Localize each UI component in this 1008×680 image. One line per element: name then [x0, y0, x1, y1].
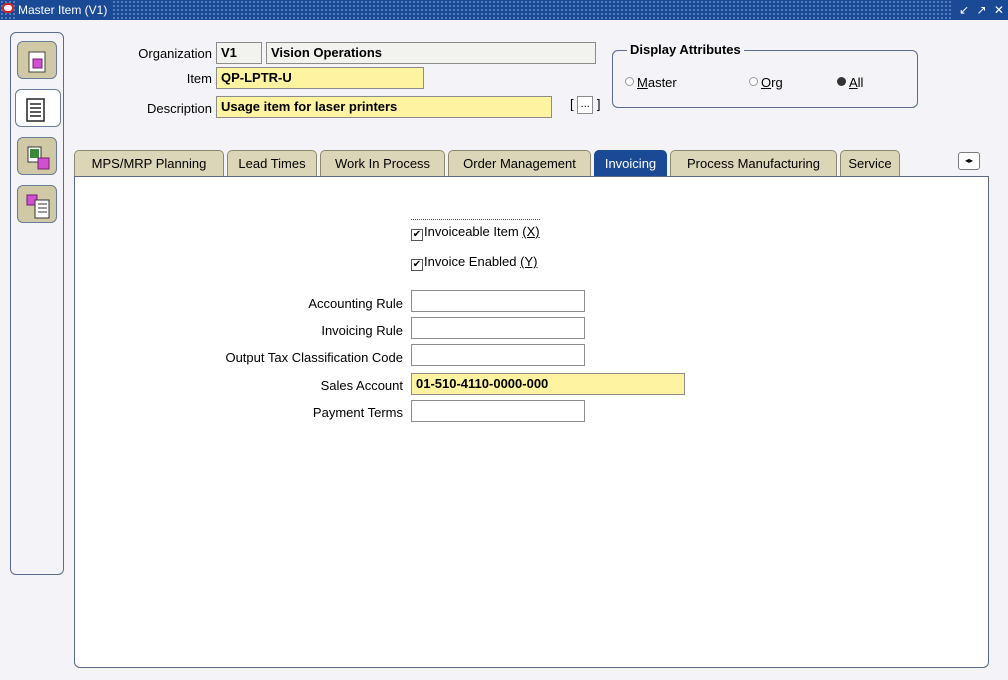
- list-tab[interactable]: [15, 89, 61, 127]
- output-tax-classification-field[interactable]: [411, 344, 585, 366]
- item-properties-tab[interactable]: [17, 41, 57, 79]
- display-attributes-group: Display Attributes Master Org All: [612, 50, 918, 108]
- organization-name-field[interactable]: Vision Operations: [266, 42, 596, 64]
- tab-service[interactable]: Service: [840, 150, 900, 176]
- invoicing-rule-label: Invoicing Rule: [321, 323, 403, 338]
- window-controls[interactable]: ↙ ↗ ✕: [953, 0, 1008, 20]
- invoicing-rule-field[interactable]: [411, 317, 585, 339]
- item-catalog-icon: [26, 146, 52, 172]
- tab-invoicing[interactable]: Invoicing: [594, 150, 667, 176]
- invoicing-panel: ✔Invoiceable Item (X) ✔Invoice Enabled (…: [74, 176, 989, 668]
- tab-scroll-button[interactable]: ◂▸: [958, 152, 980, 170]
- item-categories-icon: [26, 194, 52, 220]
- description-label: Description: [147, 101, 212, 116]
- radio-org-indicator: [749, 77, 758, 86]
- sales-account-field[interactable]: 01-510-4110-0000-000: [411, 373, 685, 395]
- item-catalog-tab[interactable]: [17, 137, 57, 175]
- payment-terms-field[interactable]: [411, 400, 585, 422]
- accounting-rule-label: Accounting Rule: [308, 296, 403, 311]
- item-categories-tab[interactable]: [17, 185, 57, 223]
- item-label: Item: [187, 71, 212, 86]
- payment-terms-label: Payment Terms: [313, 405, 403, 420]
- flexfield-button[interactable]: ...: [577, 96, 593, 114]
- invoice-enabled-check: ✔: [411, 259, 423, 271]
- left-toolbar: [10, 32, 64, 575]
- item-properties-icon: [26, 50, 50, 74]
- window-title-bar[interactable]: Master Item (V1) ↙ ↗ ✕: [0, 0, 1008, 20]
- tab-order-management[interactable]: Order Management: [448, 150, 591, 176]
- window-title: Master Item (V1): [16, 0, 113, 20]
- organization-label: Organization: [138, 46, 212, 61]
- output-tax-classification-label: Output Tax Classification Code: [225, 350, 403, 365]
- organization-code-field[interactable]: V1: [216, 42, 262, 64]
- tab-lead-times[interactable]: Lead Times: [227, 150, 317, 176]
- sales-account-label: Sales Account: [321, 378, 403, 393]
- radio-all-indicator: [837, 77, 846, 86]
- radio-org[interactable]: Org: [749, 75, 783, 90]
- list-icon: [24, 98, 48, 122]
- invoiceable-item-check: ✔: [411, 229, 423, 241]
- radio-master[interactable]: Master: [625, 75, 677, 90]
- invoice-enabled-checkbox[interactable]: ✔Invoice Enabled (Y): [411, 254, 537, 271]
- display-attributes-title: Display Attributes: [627, 42, 744, 57]
- descriptive-flexfield: [ ... ]: [570, 96, 601, 114]
- accounting-rule-field[interactable]: [411, 290, 585, 312]
- tab-scroll-icon: ◂▸: [965, 156, 973, 165]
- item-field[interactable]: QP-LPTR-U: [216, 67, 424, 89]
- tab-work-in-process[interactable]: Work In Process: [320, 150, 445, 176]
- invoiceable-item-checkbox[interactable]: ✔Invoiceable Item (X): [411, 219, 540, 241]
- radio-master-indicator: [625, 77, 634, 86]
- tab-mps-mrp-planning[interactable]: MPS/MRP Planning: [74, 150, 224, 176]
- tab-process-manufacturing[interactable]: Process Manufacturing: [670, 150, 837, 176]
- radio-all[interactable]: All: [837, 75, 863, 90]
- oracle-logo-icon: [2, 3, 14, 13]
- description-field[interactable]: Usage item for laser printers: [216, 96, 552, 118]
